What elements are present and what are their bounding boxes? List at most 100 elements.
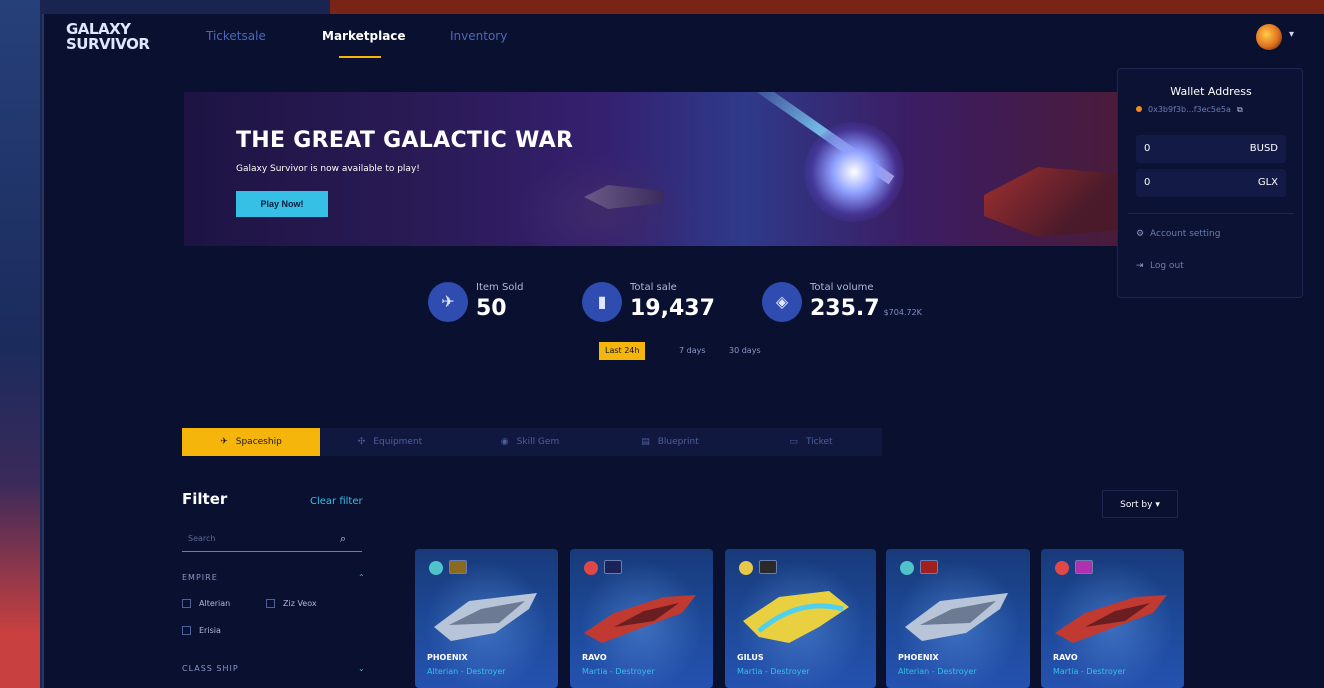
balance-unit: BUSD [1249, 143, 1278, 154]
tab-spaceship[interactable]: ✈ Spaceship [182, 428, 320, 456]
checkbox[interactable] [182, 626, 191, 635]
tab-blueprint[interactable]: ▤ Blueprint [600, 428, 740, 456]
ship-class: Martia - Destroyer [737, 667, 810, 676]
rarity-badge [449, 560, 467, 574]
ship-name: RAVO [1053, 653, 1078, 662]
copy-icon[interactable]: ⧉ [1237, 105, 1243, 114]
checkbox-label: Alterian [199, 599, 231, 608]
search-input[interactable] [182, 526, 362, 552]
wallet-address: 0x3b9f3b...f3ec5e5a ⧉ [1136, 105, 1243, 115]
tab-last-24h[interactable]: Last 24h [599, 342, 646, 360]
balance-unit: GLX [1257, 177, 1278, 188]
checkbox[interactable] [182, 599, 191, 608]
tab-30-days[interactable]: 30 days [729, 342, 761, 360]
chart-icon: ▮ [582, 282, 622, 322]
checkbox[interactable] [266, 599, 275, 608]
tab-label: Equipment [373, 437, 423, 447]
chevron-up-icon[interactable]: ⌃ [358, 573, 366, 582]
filter-title: Filter [182, 490, 228, 508]
ship-card[interactable]: RAVO Martia - Destroyer [570, 549, 713, 688]
balance-value: 0 [1144, 143, 1151, 154]
hero-banner: THE GREAT GALACTIC WAR Galaxy Survivor i… [184, 92, 1118, 246]
logo[interactable]: GALAXY SURVIVOR [66, 22, 150, 52]
checkbox-label: Erisia [199, 626, 221, 635]
filter-section-empire[interactable]: EMPIRE ⌃ [182, 573, 365, 582]
account-setting-link[interactable]: ⚙ Account setting [1136, 229, 1220, 239]
wallet-dropdown: Wallet Address 0x3b9f3b...f3ec5e5a ⧉ 0 BU… [1117, 68, 1303, 298]
element-icon [1055, 561, 1069, 575]
rarity-badge [1075, 560, 1093, 574]
spaceship-image [434, 593, 537, 641]
nav-item-ticketsale[interactable]: Ticketsale [206, 29, 266, 43]
element-icon [429, 561, 443, 575]
status-dot-icon [1136, 106, 1142, 112]
nav-item-marketplace[interactable]: Marketplace [322, 29, 406, 43]
blueprint-icon: ▤ [641, 437, 650, 447]
element-icon [584, 561, 598, 575]
chevron-down-icon[interactable]: ▾ [1289, 29, 1294, 40]
equipment-icon: ✣ [357, 437, 366, 447]
stat-value: 19,437 [630, 296, 715, 321]
logout-icon: ⇥ [1136, 261, 1144, 271]
balance-value: 0 [1144, 177, 1151, 188]
ship-name: RAVO [582, 653, 607, 662]
sort-dropdown[interactable]: Sort by ▾ [1102, 490, 1178, 518]
wallet-address-text: 0x3b9f3b...f3ec5e5a [1148, 105, 1231, 114]
spaceship-image [584, 595, 696, 643]
banner-subtitle: Galaxy Survivor is now available to play… [236, 164, 420, 174]
tab-skill-gem[interactable]: ◉ Skill Gem [460, 428, 600, 456]
tab-7-days[interactable]: 7 days [679, 342, 706, 360]
chevron-down-icon[interactable]: ⌄ [358, 664, 366, 673]
spaceship-image [905, 593, 1008, 641]
tab-label: Skill Gem [516, 437, 560, 447]
stat-label: Total volume [810, 282, 874, 293]
ship-name: GILUS [737, 653, 764, 662]
ship-name: PHOENIX [427, 653, 468, 662]
checkbox-ziz-veox[interactable]: Ziz Veox [266, 599, 317, 608]
stat-value: 50 [476, 296, 507, 321]
banner-spaceship [984, 167, 1118, 237]
filter-section-class-ship[interactable]: CLASS SHIP ⌄ [182, 664, 365, 673]
bnb-icon: ◈ [762, 282, 802, 322]
app-window: GALAXY SURVIVOR Ticketsale Marketplace I… [42, 14, 1324, 688]
checkbox-erisia[interactable]: Erisia [182, 626, 221, 635]
stat-label: Item Sold [476, 282, 524, 293]
ship-class: Alterian - Destroyer [898, 667, 977, 676]
background-strip [0, 0, 40, 688]
nav-item-inventory[interactable]: Inventory [450, 29, 507, 43]
banner-title: THE GREAT GALACTIC WAR [236, 128, 574, 153]
menu-label: Log out [1150, 261, 1184, 271]
spaceship-icon: ✈ [220, 437, 228, 447]
stat-label: Total sale [630, 282, 677, 293]
spaceship-icon: ✈ [428, 282, 468, 322]
balance-busd: 0 BUSD [1136, 135, 1286, 163]
tab-ticket[interactable]: ▭ Ticket [740, 428, 882, 456]
balance-glx: 0 GLX [1136, 169, 1286, 197]
banner-artwork [804, 122, 904, 222]
ship-card[interactable]: PHOENIX Alterian - Destroyer [886, 549, 1030, 688]
checkbox-label: Ziz Veox [283, 599, 317, 608]
tab-label: Blueprint [657, 437, 699, 447]
background-strip [330, 0, 1324, 14]
checkbox-alterian[interactable]: Alterian [182, 599, 230, 608]
clear-filter-link[interactable]: Clear filter [310, 496, 363, 507]
tab-equipment[interactable]: ✣ Equipment [320, 428, 460, 456]
section-label: CLASS SHIP [182, 664, 239, 673]
element-icon [900, 561, 914, 575]
category-tabs: ✈ Spaceship ✣ Equipment ◉ Skill Gem ▤ Bluepr… [182, 428, 882, 456]
spaceship-image [1055, 595, 1167, 643]
ship-card[interactable]: GILUS Martia - Destroyer [725, 549, 876, 688]
ticket-icon: ▭ [789, 437, 798, 447]
avatar[interactable] [1256, 24, 1282, 50]
ship-class: Martia - Destroyer [1053, 667, 1126, 676]
ship-card[interactable]: RAVO Martia - Destroyer [1041, 549, 1184, 688]
ship-card[interactable]: PHOENIX Alterian - Destroyer [415, 549, 558, 688]
play-now-button[interactable]: Play Now! [236, 191, 328, 217]
tab-label: Ticket [805, 437, 833, 447]
search-icon[interactable]: ⌕ [340, 532, 346, 546]
gem-icon: ◉ [500, 437, 509, 447]
log-out-link[interactable]: ⇥ Log out [1136, 261, 1184, 271]
element-icon [739, 561, 753, 575]
gear-icon: ⚙ [1136, 229, 1145, 239]
rarity-badge [759, 560, 777, 574]
